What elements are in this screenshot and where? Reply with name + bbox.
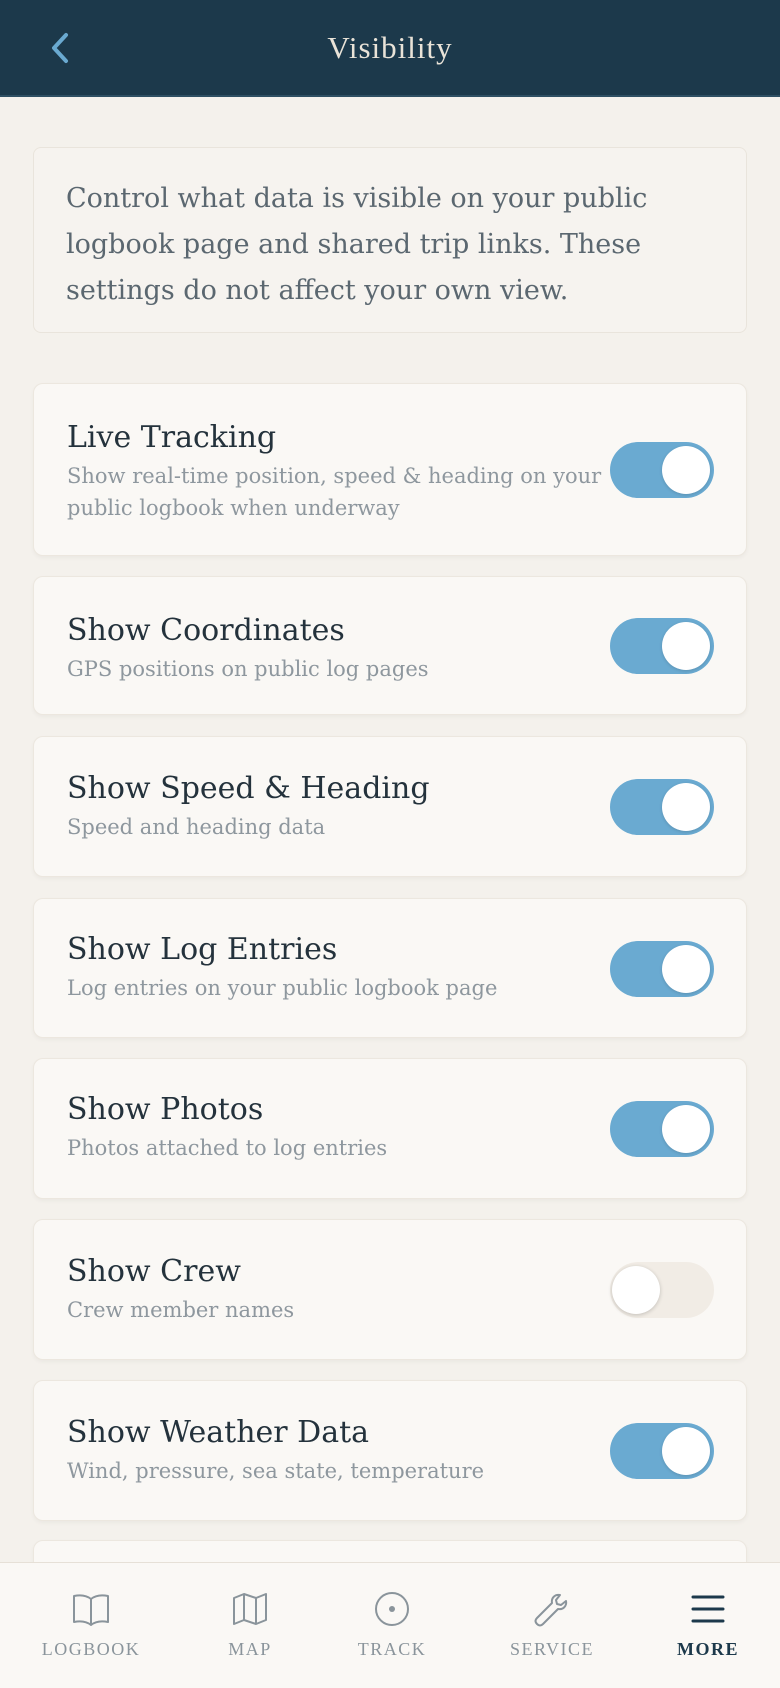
tab-label: MAP bbox=[228, 1639, 272, 1659]
toggle-knob bbox=[662, 1427, 710, 1475]
setting-card-show-crew: Show Crew Crew member names bbox=[33, 1219, 747, 1360]
setting-description: Log entries on your public logbook page bbox=[67, 976, 498, 1000]
book-icon bbox=[73, 1594, 109, 1626]
setting-card-show-coordinates: Show Coordinates GPS positions on public… bbox=[33, 576, 747, 715]
map-icon bbox=[233, 1593, 267, 1625]
setting-title: Show Log Entries bbox=[67, 932, 338, 967]
show-log-entries-toggle[interactable] bbox=[610, 941, 714, 997]
show-weather-data-toggle[interactable] bbox=[610, 1423, 714, 1479]
bottom-tab-bar: LOGBOOK MAP TRACK SERVICE MORE bbox=[0, 1562, 780, 1688]
setting-description: Wind, pressure, sea state, temperature bbox=[67, 1459, 485, 1483]
page-title: Visibility bbox=[327, 29, 453, 65]
toggle-knob bbox=[662, 945, 710, 993]
show-photos-toggle[interactable] bbox=[610, 1101, 714, 1157]
setting-card-show-speed-heading: Show Speed & Heading Speed and heading d… bbox=[33, 736, 747, 877]
toggle-knob bbox=[662, 622, 710, 670]
setting-description: Crew member names bbox=[67, 1298, 295, 1322]
app-header: Visibility bbox=[0, 0, 780, 97]
show-crew-toggle[interactable] bbox=[610, 1262, 714, 1318]
tab-more[interactable]: MORE bbox=[630, 1563, 780, 1688]
toggle-knob bbox=[662, 783, 710, 831]
setting-title: Show Photos bbox=[67, 1092, 264, 1127]
setting-title: Live Tracking bbox=[67, 420, 277, 455]
toggle-knob bbox=[612, 1266, 660, 1314]
wrench-icon bbox=[534, 1593, 568, 1627]
tab-label: MORE bbox=[677, 1639, 739, 1659]
setting-card-show-photos: Show Photos Photos attached to log entri… bbox=[33, 1058, 747, 1199]
show-speed-heading-toggle[interactable] bbox=[610, 779, 714, 835]
tab-label: LOGBOOK bbox=[41, 1639, 141, 1659]
setting-card-show-weather-data: Show Weather Data Wind, pressure, sea st… bbox=[33, 1380, 747, 1521]
setting-description: Show real-time position, speed & heading… bbox=[67, 464, 602, 520]
toggle-knob bbox=[662, 446, 710, 494]
toggle-knob bbox=[662, 1105, 710, 1153]
tab-label: SERVICE bbox=[509, 1639, 595, 1659]
live-tracking-toggle[interactable] bbox=[610, 442, 714, 498]
menu-icon bbox=[691, 1595, 725, 1623]
tab-logbook[interactable]: LOGBOOK bbox=[13, 1563, 169, 1688]
setting-title: Show Weather Data bbox=[67, 1415, 370, 1450]
setting-description: Photos attached to log entries bbox=[67, 1136, 388, 1160]
setting-card-show-log-entries: Show Log Entries Log entries on your pub… bbox=[33, 898, 747, 1038]
tab-label: TRACK bbox=[357, 1639, 427, 1659]
track-icon bbox=[375, 1592, 409, 1626]
tab-map[interactable]: MAP bbox=[172, 1563, 328, 1688]
intro-text: Control what data is visible on your pub… bbox=[33, 147, 747, 333]
setting-description: GPS positions on public log pages bbox=[67, 657, 429, 681]
tab-track[interactable]: TRACK bbox=[314, 1563, 470, 1688]
setting-description: Speed and heading data bbox=[67, 815, 326, 839]
setting-title: Show Speed & Heading bbox=[67, 771, 430, 806]
setting-title: Show Crew bbox=[67, 1254, 241, 1289]
setting-card-live-tracking: Live Tracking Show real-time position, s… bbox=[33, 383, 747, 556]
show-coordinates-toggle[interactable] bbox=[610, 618, 714, 674]
tab-service[interactable]: SERVICE bbox=[474, 1563, 630, 1688]
setting-title: Show Coordinates bbox=[67, 613, 345, 648]
